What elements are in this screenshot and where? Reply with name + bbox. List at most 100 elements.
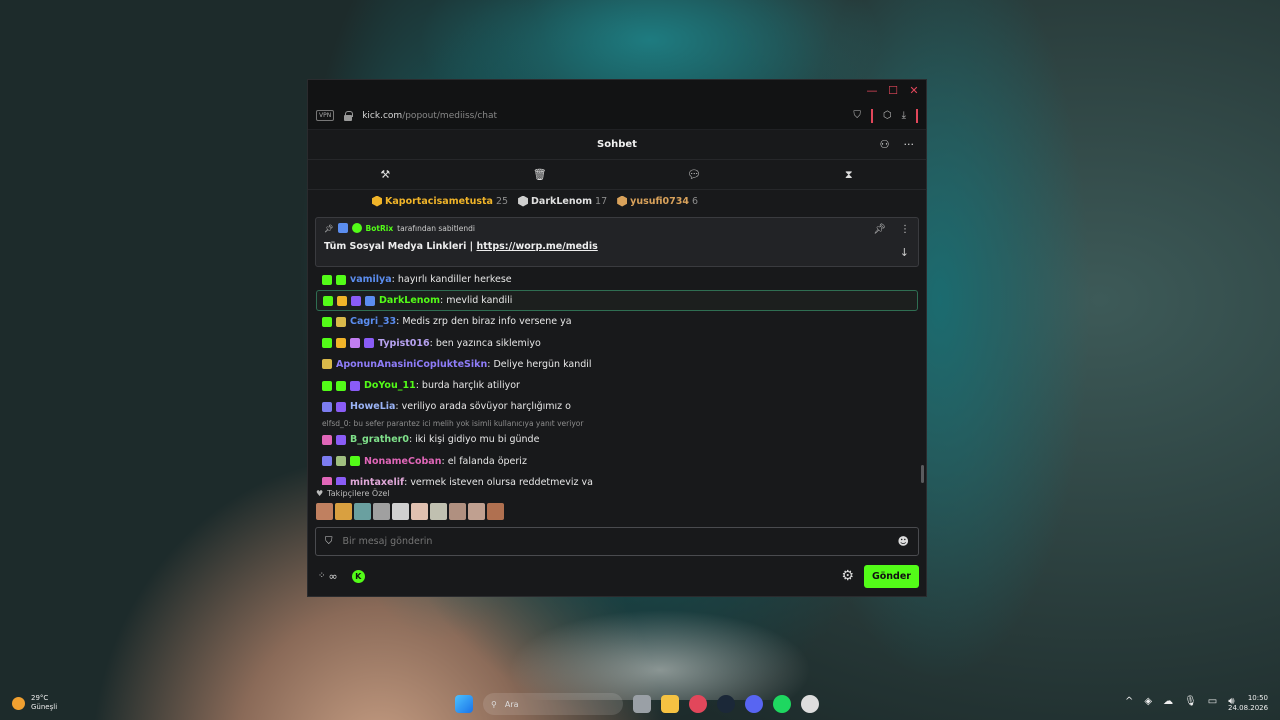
emote-icon[interactable] [354,502,371,520]
chat-message-text: : iki kişi gidiyo mu bi günde [408,434,540,446]
emote-icon[interactable] [449,502,466,520]
emote-icon[interactable] [392,502,409,520]
trash-icon[interactable]: 🗑︎ [463,160,618,189]
user-badge-icon [364,338,374,349]
weather-temp: 29°C [31,694,49,702]
user-badge-icon [336,477,346,485]
chat-username[interactable]: vamilya [350,274,392,285]
weather-desc: Güneşli [31,703,58,711]
chat-username[interactable]: DarkLenom [379,295,440,306]
gifter-name: Kaportacisametusta [385,195,493,207]
chat-message[interactable]: AponunAnasiniCoplukteSikn: Deliye hergün… [316,354,918,375]
tray-app-icon[interactable]: ◈ [1144,696,1152,707]
chat-bubble-icon[interactable]: 💬︎ [617,160,772,189]
user-badge-icon [336,434,346,445]
emote-icon[interactable] [468,502,485,520]
unpin-icon[interactable]: 📌︎ [873,224,886,235]
user-badge-icon [336,456,346,467]
user-badge-icon [322,477,332,485]
chat-message-text: : mevlid kandili [440,295,513,307]
chat-username[interactable]: NonameCoban [364,456,441,467]
network-icon[interactable]: ▭ [1208,696,1217,707]
chat-message[interactable]: Cagri_33: Medis zrp den biraz info verse… [316,311,918,332]
user-settings-icon[interactable]: ⚇ [880,138,890,151]
task-view-icon[interactable] [633,695,651,713]
file-explorer-icon[interactable] [661,695,679,713]
hourglass-icon[interactable]: ⧗ [772,160,927,189]
weather-widget[interactable]: 29°C Güneşli [12,694,57,712]
chat-message[interactable]: HoweLia: veriliyo arada sövüyor harçlığı… [316,396,918,417]
message-input-box[interactable]: ⛉ ☻ [315,527,919,556]
expand-arrow-icon[interactable]: ↓ [900,246,909,259]
emote-icon[interactable] [430,502,447,520]
extensions-icon[interactable]: ⬡ [883,110,892,121]
emoji-icon[interactable]: ☻ [898,535,909,548]
gear-icon[interactable]: ⚙ [841,568,854,584]
user-badge-icon [350,380,360,391]
channel-points[interactable]: ⁘ ∞ [318,570,338,583]
emote-icon[interactable] [411,502,428,520]
chat-message[interactable]: DoYou_11: burda harçlık atiliyor [316,375,918,396]
chat-username[interactable]: HoweLia [350,401,395,412]
reply-context[interactable]: elfsd_0: bu sefer parantez ici melih yok… [316,417,918,429]
heart-icon: ♥ [316,488,324,498]
chat-message[interactable]: DarkLenom: mevlid kandili [316,290,918,312]
steam-icon[interactable] [717,695,735,713]
app-icon[interactable] [801,695,819,713]
discord-icon[interactable] [745,695,763,713]
chat-message[interactable]: NonameCoban: el falanda öperiz [316,451,918,472]
send-button[interactable]: Gönder [863,564,919,588]
url-field[interactable]: kick.com/popout/mediiss/chat [362,111,497,121]
gifter-entry[interactable]: Kaportacisametusta 25 [372,195,509,207]
user-badge-icon [322,359,332,370]
start-icon[interactable] [455,695,473,713]
close-icon[interactable]: ✕ [908,85,920,97]
lock-icon[interactable] [344,110,354,121]
gavel-icon[interactable]: ⚒ [308,160,463,189]
vpn-badge[interactable]: VPN [316,110,335,121]
more-options-icon[interactable]: ··· [904,138,915,151]
chevron-up-icon[interactable]: ^ [1125,696,1133,707]
pinned-link[interactable]: https://worp.me/medis [476,241,597,252]
emote-icon[interactable] [316,502,333,520]
shield-icon[interactable]: ⛉ [853,110,861,121]
chat-username[interactable]: AponunAnasiniCoplukteSikn [336,359,487,370]
emote-icon[interactable] [335,502,352,520]
emote-icon[interactable] [487,502,504,520]
minimize-icon[interactable]: — [866,85,878,97]
chat-username[interactable]: mintaxelif [350,477,404,485]
shield-chat-icon[interactable]: ⛉ [325,536,333,547]
cloud-icon[interactable]: ☁ [1163,696,1173,707]
spotify-icon[interactable] [773,695,791,713]
chat-username[interactable]: Cagri_33 [350,316,396,327]
maximize-icon[interactable]: ☐ [887,85,899,97]
user-badge-icon [322,338,332,349]
chat-username[interactable]: DoYou_11 [364,380,416,391]
window-titlebar: — ☐ ✕ [308,80,926,102]
taskbar-clock[interactable]: 10:50 24.08.2026 [1228,693,1268,713]
pin-menu-icon[interactable]: ⋮ [900,224,910,235]
pinned-by-user[interactable]: BotRix [366,224,394,233]
opera-icon[interactable] [689,695,707,713]
chat-messages[interactable]: vamilya: hayırlı kandiller herkese DarkLe… [308,267,926,485]
chat-message-text: : el falanda öperiz [441,455,527,467]
user-badge-icon [336,380,346,391]
chat-message[interactable]: vamilya: hayırlı kandiller herkese [316,269,918,290]
gifter-entry[interactable]: yusufi0734 6 [617,195,698,207]
message-input[interactable] [342,536,888,547]
chat-message[interactable]: B_grather0: iki kişi gidiyo mu bi günde [316,429,918,450]
gifter-count: 25 [495,195,509,207]
gift-hex-icon [617,195,628,207]
taskbar-search[interactable]: ⚲ Ara [483,693,623,715]
chat-username[interactable]: Typist016 [378,338,430,349]
download-icon[interactable]: ⤓ [902,110,906,121]
browser-popout-window: — ☐ ✕ VPN kick.com/popout/mediiss/chat ⛉… [307,79,927,597]
emote-icon[interactable] [373,502,390,520]
kick-logo-icon[interactable]: K [351,569,365,583]
chat-username[interactable]: B_grather0 [350,434,409,445]
gifter-entry[interactable]: DarkLenom 17 [518,195,607,207]
microphone-icon[interactable]: 🎙︎ [1184,696,1197,707]
chat-message[interactable]: Typist016: ben yazınca siklemiyo [316,333,918,354]
scrollbar[interactable] [921,465,924,483]
chat-message[interactable]: mintaxelif: vermek isteyen olursa reddet… [316,472,918,485]
